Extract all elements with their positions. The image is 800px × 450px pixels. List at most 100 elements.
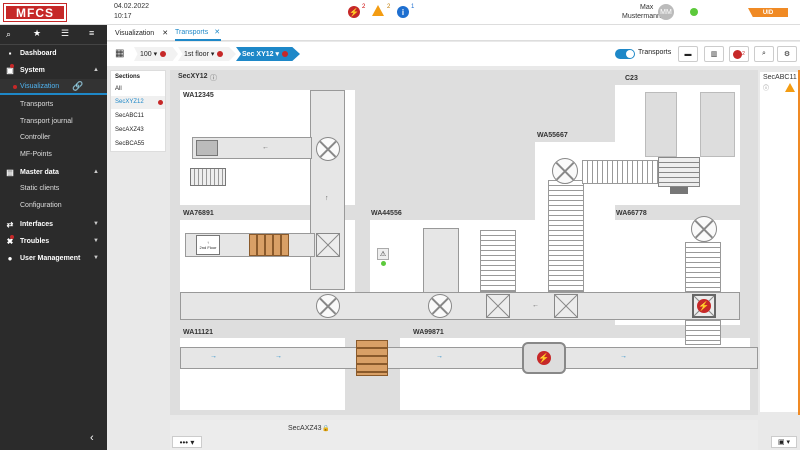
sidebar-item-mf-points[interactable]: MF-Points — [0, 146, 107, 162]
adjacent-section-bottom[interactable]: SecAXZ43 🔒 — [170, 420, 758, 450]
app-logo[interactable]: MFCS — [3, 3, 67, 22]
breadcrumb-section[interactable]: Sec XY12 ▾ — [236, 47, 300, 61]
info-circle-icon[interactable]: ⓘ — [763, 83, 769, 92]
fault-alert-icon[interactable]: ⚡ — [348, 6, 360, 18]
sidebar-item-label: System — [20, 66, 45, 74]
info-circle-icon[interactable]: ⓘ — [210, 73, 217, 83]
gear-icon: ⚙ — [783, 51, 791, 58]
sidebar-item-master-data[interactable]: ▤ Master data ▲ — [0, 164, 107, 180]
main-conveyor[interactable] — [180, 292, 740, 320]
current-date: 04.02.2022 — [114, 3, 150, 10]
sidebar-item-interfaces[interactable]: ⇄ Interfaces ▼ — [0, 216, 107, 232]
sidebar-item-label: User Management — [20, 254, 81, 262]
adjacent-section-panel[interactable]: SecABC11 ⓘ — [758, 70, 800, 415]
tab-label: Transports — [175, 28, 209, 36]
breadcrumb-floor[interactable]: 1st floor ▾ — [178, 47, 236, 61]
tab-visualization[interactable]: Visualization ✕ — [115, 25, 177, 41]
filter-list-icon[interactable]: ☰ — [61, 28, 69, 39]
tab-transports[interactable]: Transports ✕ — [175, 25, 221, 41]
list-view-button[interactable]: ▥ — [704, 46, 724, 62]
transfer-unit[interactable] — [554, 294, 578, 318]
lower-conveyor[interactable] — [180, 347, 758, 369]
arrow-right-icon: → — [275, 353, 282, 360]
section-item-secabc11[interactable]: SecABC11 — [115, 113, 144, 119]
breadcrumb-label: Sec XY12 — [242, 50, 274, 58]
roller-conveyor[interactable] — [548, 180, 584, 292]
vertical-conveyor[interactable] — [423, 228, 459, 293]
sidebar-item-controller[interactable]: Controller — [0, 129, 107, 145]
turntable-icon[interactable] — [552, 158, 578, 184]
roller-conveyor[interactable] — [480, 230, 516, 292]
toolbar: ▦ 100 ▾ 1st floor ▾ Sec XY12 ▾ Transport… — [107, 42, 800, 66]
close-icon[interactable]: ✕ — [162, 29, 168, 37]
sidebar-item-label: Dashboard — [20, 49, 57, 57]
layout-grid-icon[interactable]: ▦ — [115, 48, 127, 60]
fault-lightning-icon[interactable]: ⚡ — [697, 299, 711, 313]
favorites-star-icon[interactable]: ★ — [33, 28, 41, 39]
sidebar-item-user-management[interactable]: ● User Management ▼ — [0, 250, 107, 266]
sidebar-item-dashboard[interactable]: ▪ Dashboard — [0, 45, 107, 61]
warning-count: 2 — [387, 4, 391, 10]
sidebar-item-configuration[interactable]: Configuration — [0, 197, 107, 213]
link-icon[interactable]: 🔗 — [72, 81, 83, 92]
map-view-button[interactable]: ▬ — [678, 46, 698, 62]
sidebar-item-system[interactable]: ▣ System ▲ — [0, 62, 107, 78]
turntable-icon[interactable] — [316, 294, 340, 318]
sidebar-item-label: Configuration — [20, 201, 62, 209]
sidebar-item-label: Troubles — [20, 237, 50, 245]
fault-lightning-icon[interactable]: ⚡ — [537, 351, 551, 365]
system-icon: ▣ — [6, 63, 14, 75]
room-label: WA44556 — [371, 210, 402, 217]
section-item-all[interactable]: All — [115, 86, 122, 92]
transfer-unit[interactable] — [316, 233, 340, 257]
sidebar-item-troubles[interactable]: ✖ Troubles ▼ — [0, 233, 107, 249]
transfer-unit[interactable] — [486, 294, 510, 318]
sidebar-item-transport-journal[interactable]: Transport journal — [0, 113, 107, 129]
turntable-icon[interactable] — [428, 294, 452, 318]
roller-conveyor[interactable] — [685, 320, 721, 345]
printer-icon — [190, 168, 226, 186]
section-item-secaxz43[interactable]: SecAXZ43 — [115, 127, 144, 133]
section-item-secxyz12[interactable]: SecXYZ12 — [115, 99, 144, 105]
faults-button[interactable]: 2 — [729, 46, 749, 62]
section-item-secbca55[interactable]: SecBCA55 — [115, 141, 144, 147]
breadcrumb-label: 100 — [140, 50, 152, 58]
warning-sign-icon: ⚠ — [377, 248, 389, 260]
fault-dot-icon — [217, 51, 224, 57]
warning-alert-icon[interactable] — [372, 5, 384, 16]
arrow-left-icon: ← — [262, 144, 269, 151]
sidebar-toolbar: ⌕ ★ ☰ ≡ — [0, 25, 107, 45]
sidebar-item-label: Controller — [20, 133, 51, 141]
breadcrumb-level[interactable]: 100 ▾ — [134, 47, 178, 61]
vertical-conveyor[interactable] — [310, 90, 345, 290]
sidebar-item-static-clients[interactable]: Static clients — [0, 180, 107, 196]
sidebar-item-label: Interfaces — [20, 220, 54, 228]
search-icon[interactable]: ⌕ — [6, 29, 11, 40]
search-button[interactable]: ⌕ — [754, 46, 774, 62]
close-icon[interactable]: ✕ — [214, 28, 220, 36]
sidebar-item-visualization[interactable]: Visualization 🔗 — [0, 79, 107, 95]
room-label: WA55667 — [537, 132, 568, 139]
collapse-sidebar-icon[interactable]: ‹ — [90, 432, 94, 444]
user-avatar[interactable]: MM — [658, 4, 674, 20]
arrow-left-icon: ← — [532, 302, 539, 309]
pallet[interactable] — [356, 340, 388, 376]
map-layer-button[interactable]: ▣ ▾ — [771, 436, 797, 448]
turntable-icon[interactable] — [691, 216, 717, 242]
room-label: C23 — [625, 75, 638, 82]
menu-icon[interactable]: ≡ — [89, 28, 94, 38]
roller-conveyor[interactable] — [685, 242, 721, 292]
settings-button[interactable]: ⚙ — [777, 46, 797, 62]
turntable-icon[interactable] — [316, 137, 340, 161]
visualization-canvas[interactable]: SecXY12 ⓘ WA12345 WA76891 WA44556 WA5566… — [170, 70, 758, 415]
sidebar-item-transports[interactable]: Transports — [0, 96, 107, 112]
warning-icon[interactable] — [785, 83, 795, 92]
transports-toggle[interactable] — [615, 49, 635, 59]
user-first-name: Max — [640, 4, 654, 11]
info-alert-icon[interactable]: i — [397, 6, 409, 18]
sidebar-item-label: Transport journal — [20, 117, 73, 125]
pallet[interactable] — [249, 234, 289, 256]
more-options-button[interactable]: ••• ▾ — [172, 436, 202, 448]
lift-station[interactable] — [658, 157, 700, 187]
arrow-right-icon: → — [210, 353, 217, 360]
